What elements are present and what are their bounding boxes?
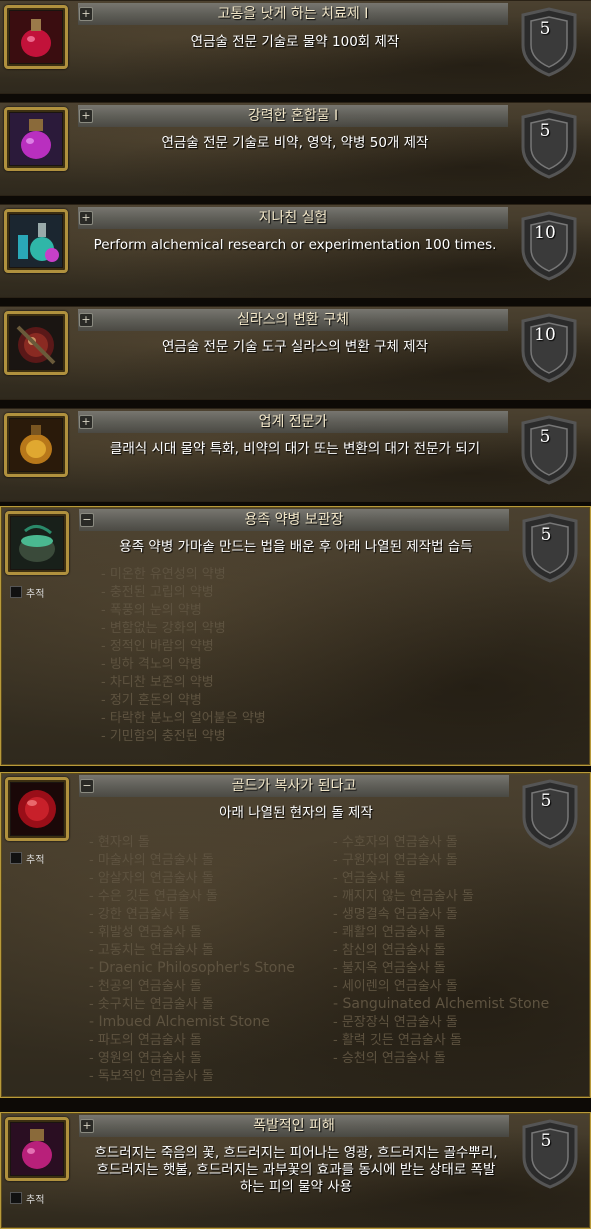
achievement-points: 5 [539, 427, 551, 447]
achievement-row[interactable]: 추적 + 폭발적인 피해 흐드러지는 죽음의 꽃, 흐드러지는 피어나는 영광,… [0, 1112, 591, 1229]
track-label: 추적 [26, 589, 45, 600]
criteria-item: - 파도의 연금술사 돌 [89, 1033, 202, 1048]
criteria-item: - 고동치는 연금술사 돌 [89, 943, 214, 958]
red-potion-icon [4, 5, 68, 69]
track-checkbox[interactable]: 추적 [10, 851, 44, 866]
blood-potion-icon [5, 1117, 69, 1181]
criteria-item: - 정기 혼돈의 약병 [101, 693, 202, 708]
achievement-row[interactable]: + 고통을 낫게 하는 치료제 I 연금술 전문 기술로 물약 100회 제작 … [0, 0, 591, 94]
criteria-item: - 쾌활의 연금술사 돌 [333, 925, 446, 940]
criteria-item: - 불지옥 연금술사 돌 [333, 961, 446, 976]
checkbox-icon[interactable] [10, 852, 22, 864]
criteria-item: - 미온한 유연성의 약병 [101, 567, 226, 582]
criteria-item: - 기민함의 충전된 약병 [101, 729, 226, 744]
criteria-item: - 천공의 연금술사 돌 [89, 979, 202, 994]
criteria-item: - Sanguinated Alchemist Stone [333, 996, 550, 1012]
criteria-item: - 생명결속 연금술사 돌 [333, 907, 458, 922]
achievement-title: 고통을 낫게 하는 치료제 I [217, 6, 369, 22]
achievement-title: 지나친 실험 [258, 210, 328, 226]
criteria-item: - 현자의 돌 [89, 835, 150, 850]
achievement-description: 연금술 전문 기술로 비약, 영약, 약병 50개 제작 [161, 135, 429, 151]
criteria-item: - 강한 연금술사 돌 [89, 907, 190, 922]
criteria-item: - 수은 깃든 연금술사 돌 [89, 889, 218, 904]
achievement-row[interactable]: + 실라스의 변환 구체 연금술 전문 기술 도구 실라스의 변환 구체 제작 … [0, 306, 591, 400]
criteria-item: - 변함없는 강화의 약병 [101, 621, 226, 636]
achievement-title: 실라스의 변환 구체 [237, 312, 349, 328]
philosopher-stone-icon [5, 777, 69, 841]
achievement-shield-icon [522, 779, 578, 849]
purple-flask-icon [4, 107, 68, 171]
criteria-item: - 참신의 연금술사 돌 [333, 943, 446, 958]
achievement-row[interactable]: + 강력한 혼합물 I 연금술 전문 기술로 비약, 영약, 약병 50개 제작… [0, 102, 591, 196]
criteria-item: - 충전된 고립의 약병 [101, 585, 214, 600]
achievement-title: 업계 전문가 [258, 414, 328, 430]
achievement-description: 용족 약병 가마솥 만드는 법을 배운 후 아래 나열된 제작법 습득 [119, 539, 473, 555]
criteria-item: - 솟구치는 연금술사 돌 [89, 997, 214, 1012]
achievement-description: 연금술 전문 기술 도구 실라스의 변환 구체 제작 [161, 339, 429, 355]
cauldron-icon [5, 511, 69, 575]
achievement-points: 5 [539, 121, 551, 141]
criteria-item: - 폭풍의 눈의 약병 [101, 603, 202, 618]
criteria-item: - 휘발성 연금술사 돌 [89, 925, 202, 940]
achievement-points: 5 [540, 791, 552, 811]
checkbox-icon[interactable] [10, 586, 22, 598]
achievement-title: 강력한 혼합물 I [247, 108, 339, 124]
achievement-points: 5 [540, 525, 552, 545]
achievement-row[interactable]: 추적 − 용족 약병 보관장 용족 약병 가마솥 만드는 법을 배운 후 아래 … [0, 506, 591, 766]
achievement-points: 10 [534, 223, 556, 243]
transmute-orb-icon [4, 311, 68, 375]
achievement-title: 용족 약병 보관장 [244, 512, 344, 528]
golden-potion-icon [4, 413, 68, 477]
achievement-description: 흐드러지는 죽음의 꽃, 흐드러지는 피어나는 영광, 흐드러지는 골수뿌리, … [94, 1145, 498, 1195]
achievement-points: 5 [539, 19, 551, 39]
track-label: 추적 [26, 1195, 45, 1206]
criteria-item: - 승천의 연금술사 돌 [333, 1051, 446, 1066]
achievement-row[interactable]: + 업계 전문가 클래식 시대 물약 특화, 비약의 대가 또는 변환의 대가 … [0, 408, 591, 502]
achievement-shield-icon [521, 109, 577, 179]
achievement-description: 클래식 시대 물약 특화, 비약의 대가 또는 변환의 대가 전문가 되기 [109, 441, 481, 457]
criteria-item: - 문장장식 연금술사 돌 [333, 1015, 458, 1030]
criteria-item: - 독보적인 연금술사 돌 [89, 1069, 214, 1084]
criteria-item: - 깨지지 않는 연금술사 돌 [333, 889, 474, 904]
achievement-title: 폭발적인 피해 [253, 1118, 335, 1134]
criteria-item: - 빙하 격노의 약병 [101, 657, 202, 672]
achievement-row[interactable]: + 지나친 실험 Perform alchemical research or … [0, 204, 591, 298]
criteria-item: - 세이렌의 연금술사 돌 [333, 979, 458, 994]
criteria-item: - Draenic Philosopher's Stone [89, 960, 295, 976]
checkbox-icon[interactable] [10, 1192, 22, 1204]
criteria-item: - 차디찬 보존의 약병 [101, 675, 214, 690]
achievement-shield-icon [521, 7, 577, 77]
criteria-item: - 정적인 바람의 약병 [101, 639, 214, 654]
achievement-shield-icon [522, 513, 578, 583]
criteria-item: - Imbued Alchemist Stone [89, 1014, 270, 1030]
achievement-shield-icon [522, 1119, 578, 1189]
alchemy-flasks-icon [4, 209, 68, 273]
track-checkbox[interactable]: 추적 [10, 585, 44, 600]
achievement-points: 5 [540, 1131, 552, 1151]
criteria-item: - 타락한 분노의 얼어붙은 약병 [101, 711, 266, 726]
achievement-shield-icon [521, 211, 577, 281]
track-label: 추적 [26, 855, 45, 866]
achievement-row[interactable]: 추적 − 골드가 복사가 된다고 아래 나열된 현자의 돌 제작 5 - 현자의… [0, 772, 591, 1098]
criteria-item: - 영원의 연금술사 돌 [89, 1051, 202, 1066]
achievement-points: 10 [534, 325, 556, 345]
achievement-shield-icon [521, 415, 577, 485]
achievement-description: Perform alchemical research or experimen… [93, 237, 497, 253]
achievement-shield-icon [521, 313, 577, 383]
achievement-description: 연금술 전문 기술로 물약 100회 제작 [190, 34, 400, 50]
criteria-item: - 암살자의 연금술사 돌 [89, 871, 214, 886]
criteria-item: - 마술사의 연금술사 돌 [89, 853, 214, 868]
achievement-title: 골드가 복사가 된다고 [231, 778, 357, 794]
criteria-item: - 수호자의 연금술사 돌 [333, 835, 458, 850]
criteria-item: - 연금술사 돌 [333, 871, 406, 886]
achievement-description: 아래 나열된 현자의 돌 제작 [219, 805, 373, 821]
criteria-item: - 구원자의 연금술사 돌 [333, 853, 458, 868]
criteria-item: - 활력 깃든 연금술사 돌 [333, 1033, 462, 1048]
track-checkbox[interactable]: 추적 [10, 1191, 44, 1206]
